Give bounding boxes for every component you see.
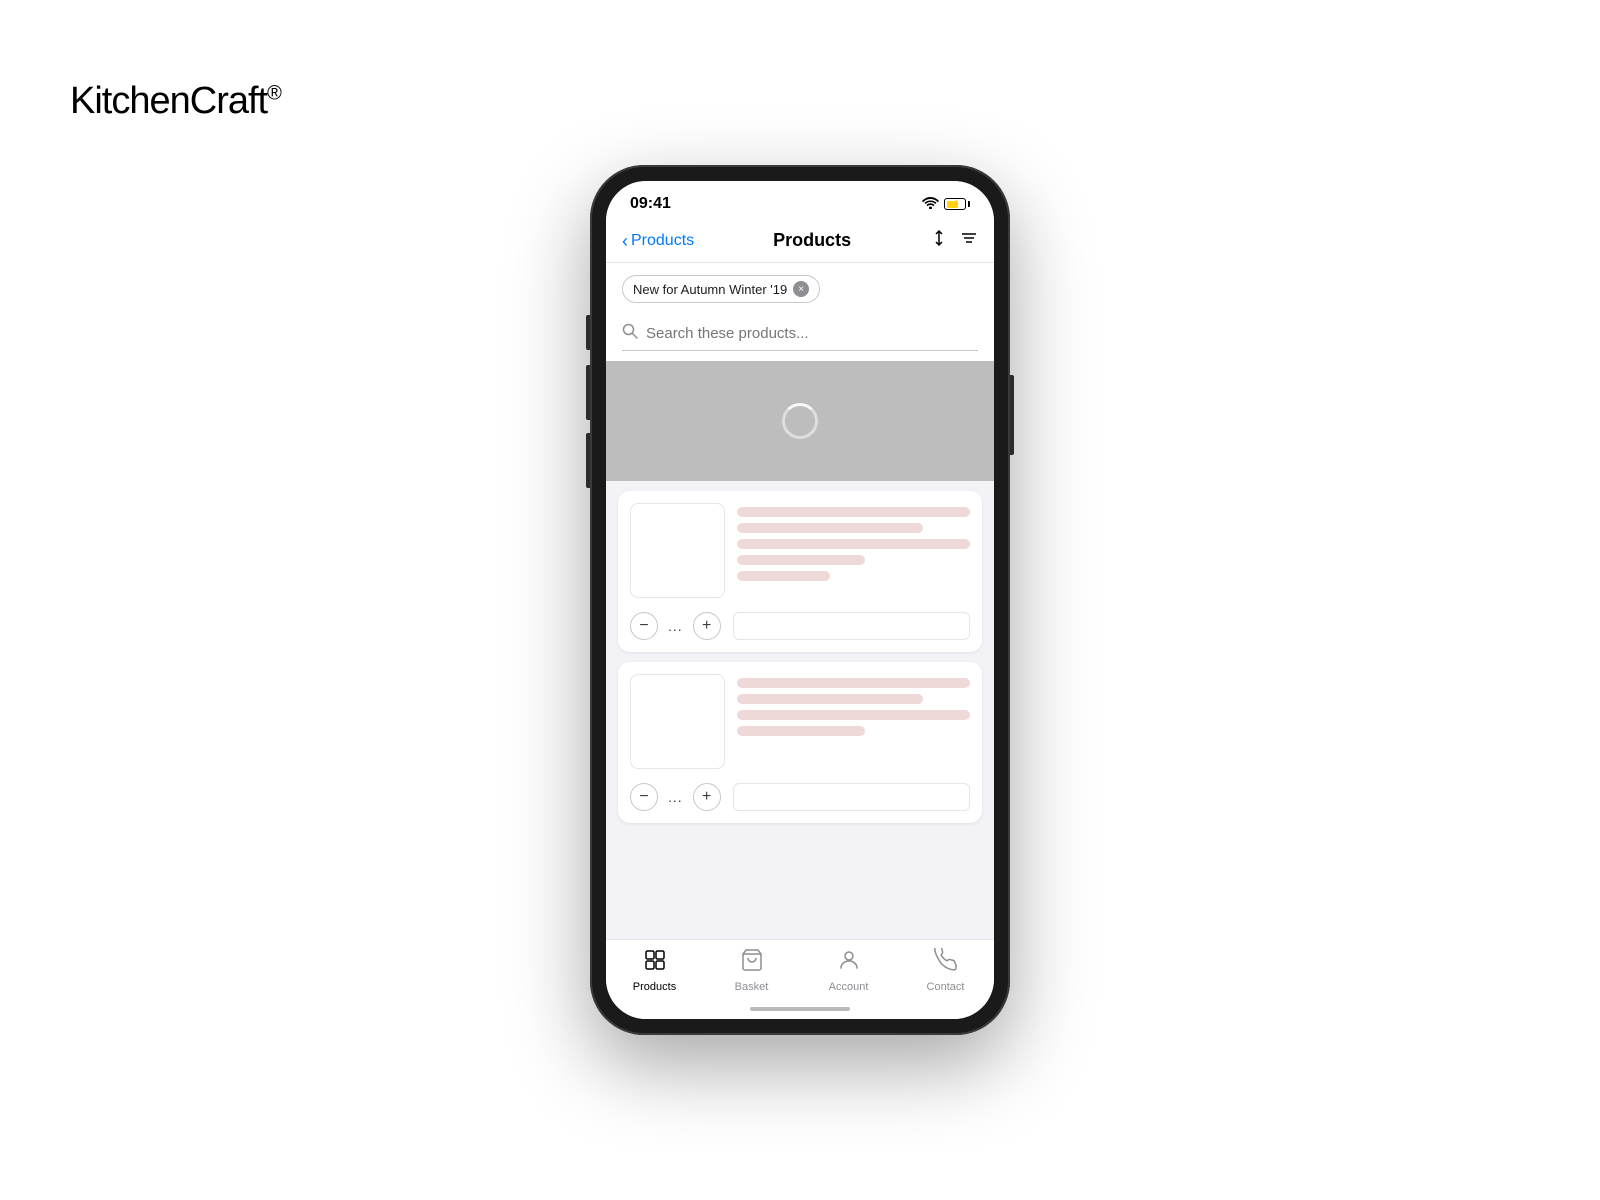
basket-tab-icon <box>740 948 764 978</box>
tab-products[interactable]: Products <box>606 948 703 993</box>
contact-tab-label: Contact <box>927 981 965 993</box>
search-area <box>606 315 994 361</box>
back-label: Products <box>631 232 694 250</box>
filter-button[interactable] <box>960 229 978 252</box>
wifi-icon <box>922 196 939 212</box>
skeleton-line <box>737 678 970 688</box>
more-options-button[interactable]: ... <box>668 618 683 634</box>
price-display <box>733 612 970 640</box>
account-tab-icon <box>837 948 861 978</box>
product-image <box>630 674 725 769</box>
volume-mute-button <box>586 315 590 350</box>
skeleton-line <box>737 710 970 720</box>
nav-actions <box>930 229 978 252</box>
volume-up-button <box>586 365 590 420</box>
product-card-top <box>630 503 970 598</box>
tab-basket[interactable]: Basket <box>703 948 800 993</box>
product-card: − ... + <box>618 491 982 652</box>
loading-banner <box>606 361 994 481</box>
quantity-controls: − ... + <box>630 612 721 640</box>
sort-button[interactable] <box>930 229 948 252</box>
skeleton-line <box>737 571 830 581</box>
product-info <box>737 503 970 598</box>
skeleton-line <box>737 539 970 549</box>
tab-contact[interactable]: Contact <box>897 948 994 993</box>
quantity-controls: − ... + <box>630 783 721 811</box>
product-list: − ... + <box>606 481 994 939</box>
decrease-quantity-button[interactable]: − <box>630 783 658 811</box>
battery-icon: ⚡ <box>944 198 970 210</box>
product-card-controls: − ... + <box>630 608 970 640</box>
search-bar <box>622 323 978 351</box>
products-tab-icon <box>643 948 667 978</box>
status-time: 09:41 <box>630 195 671 213</box>
power-button <box>1010 375 1014 455</box>
back-chevron-icon: ‹ <box>622 232 628 250</box>
brand-name-light: Craft <box>190 80 267 122</box>
lightning-icon: ⚡ <box>950 200 960 209</box>
tab-account[interactable]: Account <box>800 948 897 993</box>
skeleton-line <box>737 507 970 517</box>
products-tab-label: Products <box>633 981 676 993</box>
page-title: Products <box>773 230 851 251</box>
skeleton-line <box>737 523 923 533</box>
volume-down-button <box>586 433 590 488</box>
product-info <box>737 674 970 769</box>
phone-screen: 09:41 ⚡ <box>606 181 994 1019</box>
search-icon <box>622 323 638 344</box>
basket-tab-label: Basket <box>735 981 769 993</box>
skeleton-line <box>737 694 923 704</box>
increase-quantity-button[interactable]: + <box>693 783 721 811</box>
search-input[interactable] <box>646 325 978 342</box>
skeleton-line <box>737 726 865 736</box>
status-bar: 09:41 ⚡ <box>606 181 994 221</box>
nav-bar: ‹ Products Products <box>606 221 994 263</box>
loading-spinner <box>782 403 818 439</box>
home-indicator <box>606 999 994 1019</box>
back-button[interactable]: ‹ Products <box>622 232 694 250</box>
filter-tag-label: New for Autumn Winter '19 <box>633 282 787 297</box>
brand-logo: KitchenCraft® <box>70 80 281 123</box>
phone-wrapper: 09:41 ⚡ <box>590 165 1010 1035</box>
product-card-top <box>630 674 970 769</box>
product-card: − ... + <box>618 662 982 823</box>
contact-tab-icon <box>934 948 958 978</box>
filter-tag-close-button[interactable]: × <box>793 281 809 297</box>
battery-tip <box>968 201 970 207</box>
product-image <box>630 503 725 598</box>
content-area: New for Autumn Winter '19 × <box>606 263 994 1019</box>
skeleton-line <box>737 555 865 565</box>
status-icons: ⚡ <box>922 196 970 212</box>
more-options-button[interactable]: ... <box>668 789 683 805</box>
brand-registered: ® <box>267 82 281 104</box>
price-display <box>733 783 970 811</box>
phone-shell: 09:41 ⚡ <box>590 165 1010 1035</box>
home-bar <box>750 1007 850 1011</box>
filter-area: New for Autumn Winter '19 × <box>606 263 994 315</box>
brand-name-bold: Kitchen <box>70 80 190 122</box>
product-card-controls: − ... + <box>630 779 970 811</box>
increase-quantity-button[interactable]: + <box>693 612 721 640</box>
decrease-quantity-button[interactable]: − <box>630 612 658 640</box>
active-filter-tag: New for Autumn Winter '19 × <box>622 275 820 303</box>
account-tab-label: Account <box>829 981 869 993</box>
tab-bar: Products Basket <box>606 939 994 999</box>
